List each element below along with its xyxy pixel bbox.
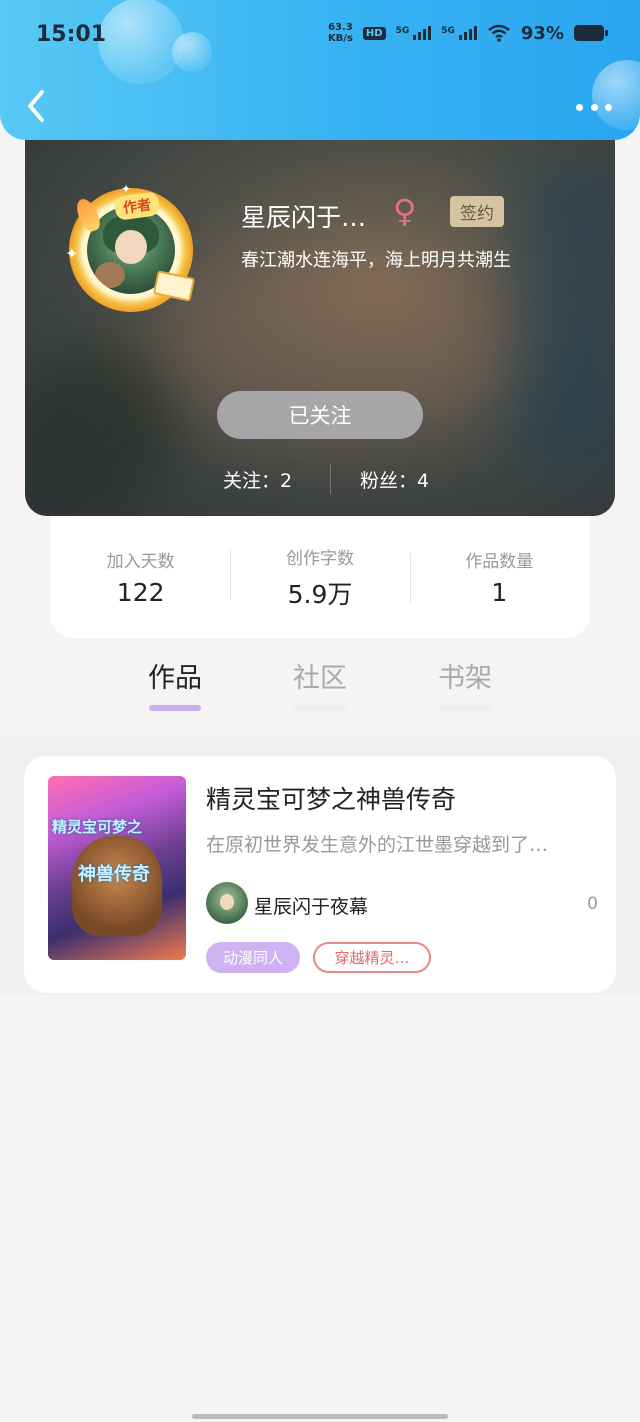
work-description: 在原初世界发生意外的江世墨穿越到了… [206,834,549,856]
signal-icon: 5G [441,26,477,40]
decor-bubble [98,0,184,84]
tag-category[interactable]: 动漫同人 [206,942,300,973]
home-indicator[interactable] [192,1414,448,1419]
signed-badge: 签约 [450,196,504,227]
more-horizontal-icon[interactable] [576,100,612,114]
follow-button[interactable]: 已关注 [217,391,423,439]
decor-bubble [172,32,212,72]
tab-indicator [294,705,346,711]
cover-text: 神兽传奇 [78,864,150,885]
tab-works[interactable]: 作品 [135,656,215,711]
tag-subcategory[interactable]: 穿越精灵… [313,942,431,973]
stat-words-written: 创作字数 5.9万 [230,544,409,611]
female-icon: ♀ [393,192,417,230]
stat-label: 创作字数 [285,548,354,569]
stat-label: 加入天数 [106,552,175,572]
signal-icon: 5G [396,26,432,40]
status-icons: 63.3 KB/s HD 5G 5G 93% [328,22,608,44]
chevron-left-icon[interactable] [20,86,54,126]
social-stats: 关注：2 粉丝：4 [25,464,615,494]
status-time: 15:01 [36,22,107,47]
stat-works-count: 作品数量 1 [409,547,589,607]
signal-label: 5G [441,26,455,36]
hd-icon: HD [362,26,386,40]
top-header: 15:01 63.3 KB/s HD 5G 5G 93% [0,0,640,140]
profile-card: 作者 ✦ ✦ 星辰闪于… ♀ 签约 春江潮水连海平，海上明月共潮生 已关注 关注… [25,128,615,516]
tab-bar: 作品 社区 书架 [0,656,640,716]
author-name: 星辰闪于… [241,203,367,232]
avatar [206,882,248,924]
sparkle-icon: ✦ [121,182,132,196]
decor-bubble [592,60,640,130]
tab-indicator [149,705,201,711]
work-title[interactable]: 精灵宝可梦之神兽传奇 [206,780,456,816]
stat-label: 作品数量 [465,552,534,572]
net-speed-unit: KB/s [327,33,353,44]
stat-value: 1 [491,578,508,607]
work-author-name: 星辰闪于夜幕 [254,896,369,918]
work-count: 0 [587,894,598,914]
tab-label: 社区 [293,663,347,694]
stat-value: 122 [116,578,165,607]
tab-label: 书架 [438,663,492,694]
tab-bookshelf[interactable]: 书架 [425,656,505,711]
divider [330,464,331,494]
tab-label: 作品 [148,663,202,694]
author-motto: 春江潮水连海平，海上明月共潮生 [241,250,511,271]
stats-card: 加入天数 122 创作字数 5.9万 作品数量 1 [51,516,589,638]
net-speed: 63.3 KB/s [328,22,353,44]
fans-count[interactable]: 粉丝：4 [360,466,429,493]
tab-indicator [439,705,491,711]
stat-value: 5.9万 [287,579,353,609]
battery-percent: 93% [520,22,564,44]
stat-days-joined: 加入天数 122 [51,547,230,607]
tab-community[interactable]: 社区 [280,656,360,711]
signal-label: 5G [395,26,410,36]
following-count[interactable]: 关注：2 [223,466,292,493]
book-cover[interactable]: 精灵宝可梦之 神兽传奇 [48,776,186,960]
cover-text: 精灵宝可梦之 [52,818,143,836]
sparkle-icon: ✦ [65,244,79,263]
work-card[interactable]: 精灵宝可梦之 神兽传奇 精灵宝可梦之神兽传奇 在原初世界发生意外的江世墨穿越到了… [24,756,616,993]
battery-icon [574,25,608,41]
net-speed-value: 63.3 [328,22,353,33]
wifi-icon [488,24,510,42]
